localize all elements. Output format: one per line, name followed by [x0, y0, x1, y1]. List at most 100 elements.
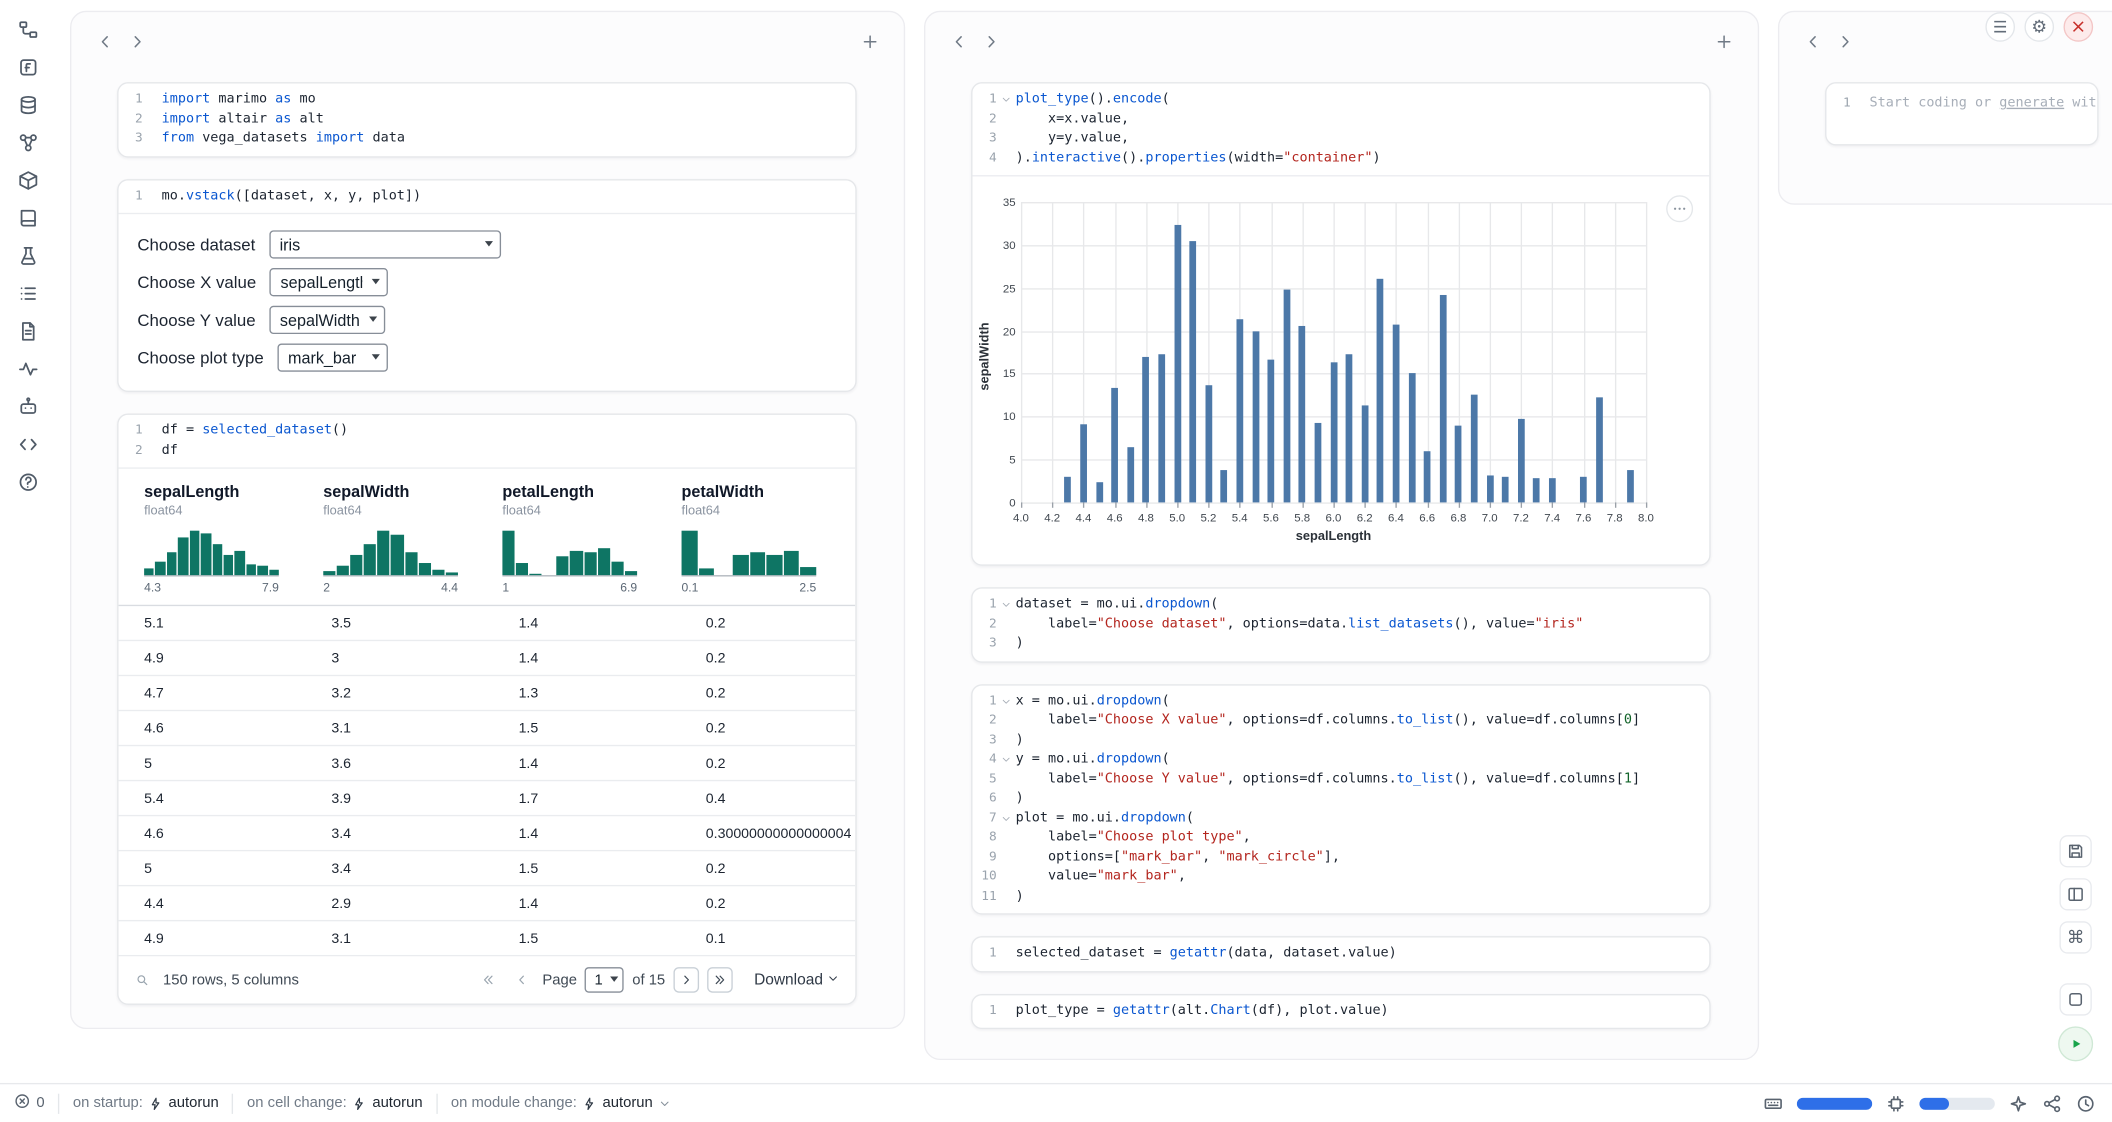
code-line[interactable]: 4).interactive().properties(width="conta…	[972, 149, 1695, 169]
code-editor[interactable]: 1mo.vstack([dataset, x, y, plot])	[119, 180, 856, 214]
table-row[interactable]: 5.43.91.70.4setosa	[119, 781, 856, 816]
code-editor[interactable]: 1selected_dataset = getattr(data, datase…	[972, 937, 1709, 970]
scratchpad-button[interactable]	[2059, 983, 2091, 1015]
code-line[interactable]: 4y = mo.ui.dropdown(	[972, 750, 1695, 770]
runtime-config-item[interactable]: on module change:autorun	[451, 1095, 670, 1111]
keyboard-shortcuts-icon[interactable]	[1763, 1093, 1783, 1113]
fold-caret-icon[interactable]	[997, 750, 1016, 770]
settings-button[interactable]: ⚙	[2024, 12, 2054, 42]
scratchpad-icon[interactable]	[12, 240, 44, 272]
code-editor[interactable]: 1plot_type = getattr(alt.Chart(df), plot…	[972, 995, 1709, 1028]
chevron-left-icon[interactable]	[944, 27, 974, 57]
column-header-species[interactable]: speciesobjectunique:nulls:	[849, 482, 856, 594]
table-row[interactable]: 53.61.40.2setosa	[119, 746, 856, 781]
save-button[interactable]	[2059, 835, 2091, 867]
code-line[interactable]: 2import altair as alt	[119, 110, 842, 130]
fold-caret-icon[interactable]	[997, 595, 1016, 615]
chart-menu-button[interactable]	[1666, 195, 1693, 222]
code-line[interactable]: 8 label="Choose plot type",	[972, 828, 1695, 848]
code-line[interactable]: 1dataset = mo.ui.dropdown(	[972, 595, 1695, 615]
y-value-select[interactable]: sepalWidth	[269, 306, 385, 334]
code-line[interactable]: 1mo.vstack([dataset, x, y, plot])	[119, 187, 842, 207]
last-page-button[interactable]	[707, 967, 733, 993]
table-row[interactable]: 4.42.91.40.2setosa	[119, 886, 856, 921]
layout-toggle-button[interactable]	[2059, 878, 2091, 910]
x-value-select[interactable]: sepalLength	[270, 268, 389, 296]
database-icon[interactable]	[12, 89, 44, 121]
command-palette-button[interactable]: ⌘	[2059, 921, 2091, 953]
snippets-icon[interactable]	[12, 428, 44, 460]
fold-caret-icon[interactable]	[997, 809, 1016, 829]
xy-plot-dropdowns-cell[interactable]: 1x = mo.ui.dropdown(2 label="Choose X va…	[971, 684, 1710, 915]
code-line[interactable]: 2 label="Choose dataset", options=data.l…	[972, 615, 1695, 635]
download-button[interactable]: Download	[754, 972, 839, 988]
ai-chat-icon[interactable]	[12, 391, 44, 423]
packages-icon[interactable]	[12, 164, 44, 196]
plot-type-select[interactable]: mark_bar	[277, 343, 387, 371]
code-line[interactable]: 7plot = mo.ui.dropdown(	[972, 809, 1695, 829]
code-line[interactable]: 3 y=y.value,	[972, 129, 1695, 149]
code-line[interactable]: 1plot_type().encode(	[972, 90, 1695, 110]
code-line[interactable]: 2 x=x.value,	[972, 110, 1695, 130]
add-cell-button[interactable]	[855, 27, 885, 57]
documentation-icon[interactable]	[12, 315, 44, 347]
connections-icon[interactable]	[2042, 1093, 2062, 1113]
table-row[interactable]: 5.13.51.40.2setosa	[119, 606, 856, 641]
code-line[interactable]: 1x = mo.ui.dropdown(	[972, 692, 1695, 712]
column-header-petalWidth[interactable]: petalWidthfloat640.12.5	[669, 482, 848, 594]
table-row[interactable]: 4.931.40.2setosa	[119, 641, 856, 676]
table-row[interactable]: 53.41.50.2setosa	[119, 851, 856, 886]
empty-cell[interactable]: 1 Start coding or generate with AI	[1825, 82, 2098, 145]
controls-cell[interactable]: 1mo.vstack([dataset, x, y, plot]) Choose…	[117, 178, 856, 391]
code-line[interactable]: 11)	[972, 887, 1695, 907]
runtime-config-item[interactable]: on cell change:autorun	[247, 1095, 423, 1111]
shutdown-button[interactable]: ×	[2064, 12, 2094, 42]
plot-type-cell[interactable]: 1plot_type = getattr(alt.Chart(df), plot…	[971, 993, 1710, 1029]
chevron-left-icon[interactable]	[1798, 27, 1828, 57]
imports-cell[interactable]: 1import marimo as mo2import altair as al…	[117, 82, 856, 157]
notebook-icon[interactable]	[12, 202, 44, 234]
search-icon[interactable]	[129, 967, 155, 993]
page-select[interactable]: 1	[585, 967, 624, 993]
chevron-left-icon[interactable]	[90, 27, 120, 57]
chevron-right-icon[interactable]	[977, 27, 1007, 57]
table-row[interactable]: 4.63.11.50.2setosa	[119, 711, 856, 746]
editor-placeholder[interactable]: Start coding or generate with AI	[1870, 94, 2099, 114]
outline-icon[interactable]	[12, 277, 44, 309]
table-row[interactable]: 4.93.11.50.1setosa	[119, 921, 856, 956]
errors-indicator[interactable]: 0	[13, 1092, 44, 1114]
variables-icon[interactable]	[12, 127, 44, 159]
menu-button[interactable]: ☰	[1985, 12, 2015, 42]
chart-cell[interactable]: 1plot_type().encode(2 x=x.value,3 y=y.va…	[971, 82, 1710, 566]
code-editor[interactable]: 1dataset = mo.ui.dropdown(2 label="Choos…	[972, 589, 1709, 661]
column-header-petalLength[interactable]: petalLengthfloat6416.9	[490, 482, 669, 594]
table-row[interactable]: 4.73.21.30.2setosa	[119, 676, 856, 711]
history-icon[interactable]	[2076, 1093, 2096, 1113]
code-line[interactable]: 1import marimo as mo	[119, 90, 842, 110]
code-editor[interactable]: 1 Start coding or generate with AI	[1826, 84, 2097, 144]
code-line[interactable]: 3from vega_datasets import data	[119, 129, 842, 149]
code-line[interactable]: 2 label="Choose X value", options=df.col…	[972, 711, 1695, 731]
code-line[interactable]: 2df	[119, 441, 842, 461]
dataframe-cell[interactable]: 1df = selected_dataset()2df sepalLengthf…	[117, 414, 856, 1005]
code-editor[interactable]: 1import marimo as mo2import altair as al…	[119, 84, 856, 156]
tracing-icon[interactable]	[12, 353, 44, 385]
dataset-select[interactable]: iris	[269, 230, 501, 258]
chevron-right-icon[interactable]	[1830, 27, 1860, 57]
code-line[interactable]: 5 label="Choose Y value", options=df.col…	[972, 770, 1695, 790]
code-line[interactable]: 9 options=["mark_bar", "mark_circle"],	[972, 848, 1695, 868]
selected-dataset-cell[interactable]: 1selected_dataset = getattr(data, datase…	[971, 936, 1710, 972]
marimo-file-icon[interactable]	[12, 51, 44, 83]
code-editor[interactable]: 1df = selected_dataset()2df	[119, 415, 856, 469]
run-all-button[interactable]	[2058, 1026, 2093, 1061]
file-tree-icon[interactable]	[12, 13, 44, 45]
fold-caret-icon[interactable]	[997, 90, 1016, 110]
generate-with-ai-link[interactable]: generate	[1999, 96, 2064, 111]
fold-caret-icon[interactable]	[997, 692, 1016, 712]
code-line[interactable]: 1plot_type = getattr(alt.Chart(df), plot…	[972, 1001, 1695, 1021]
first-page-button[interactable]	[475, 967, 501, 993]
code-line[interactable]: 1selected_dataset = getattr(data, datase…	[972, 944, 1695, 964]
add-cell-button[interactable]	[1709, 27, 1739, 57]
code-line[interactable]: 10 value="mark_bar",	[972, 867, 1695, 887]
code-line[interactable]: 3)	[972, 634, 1695, 654]
